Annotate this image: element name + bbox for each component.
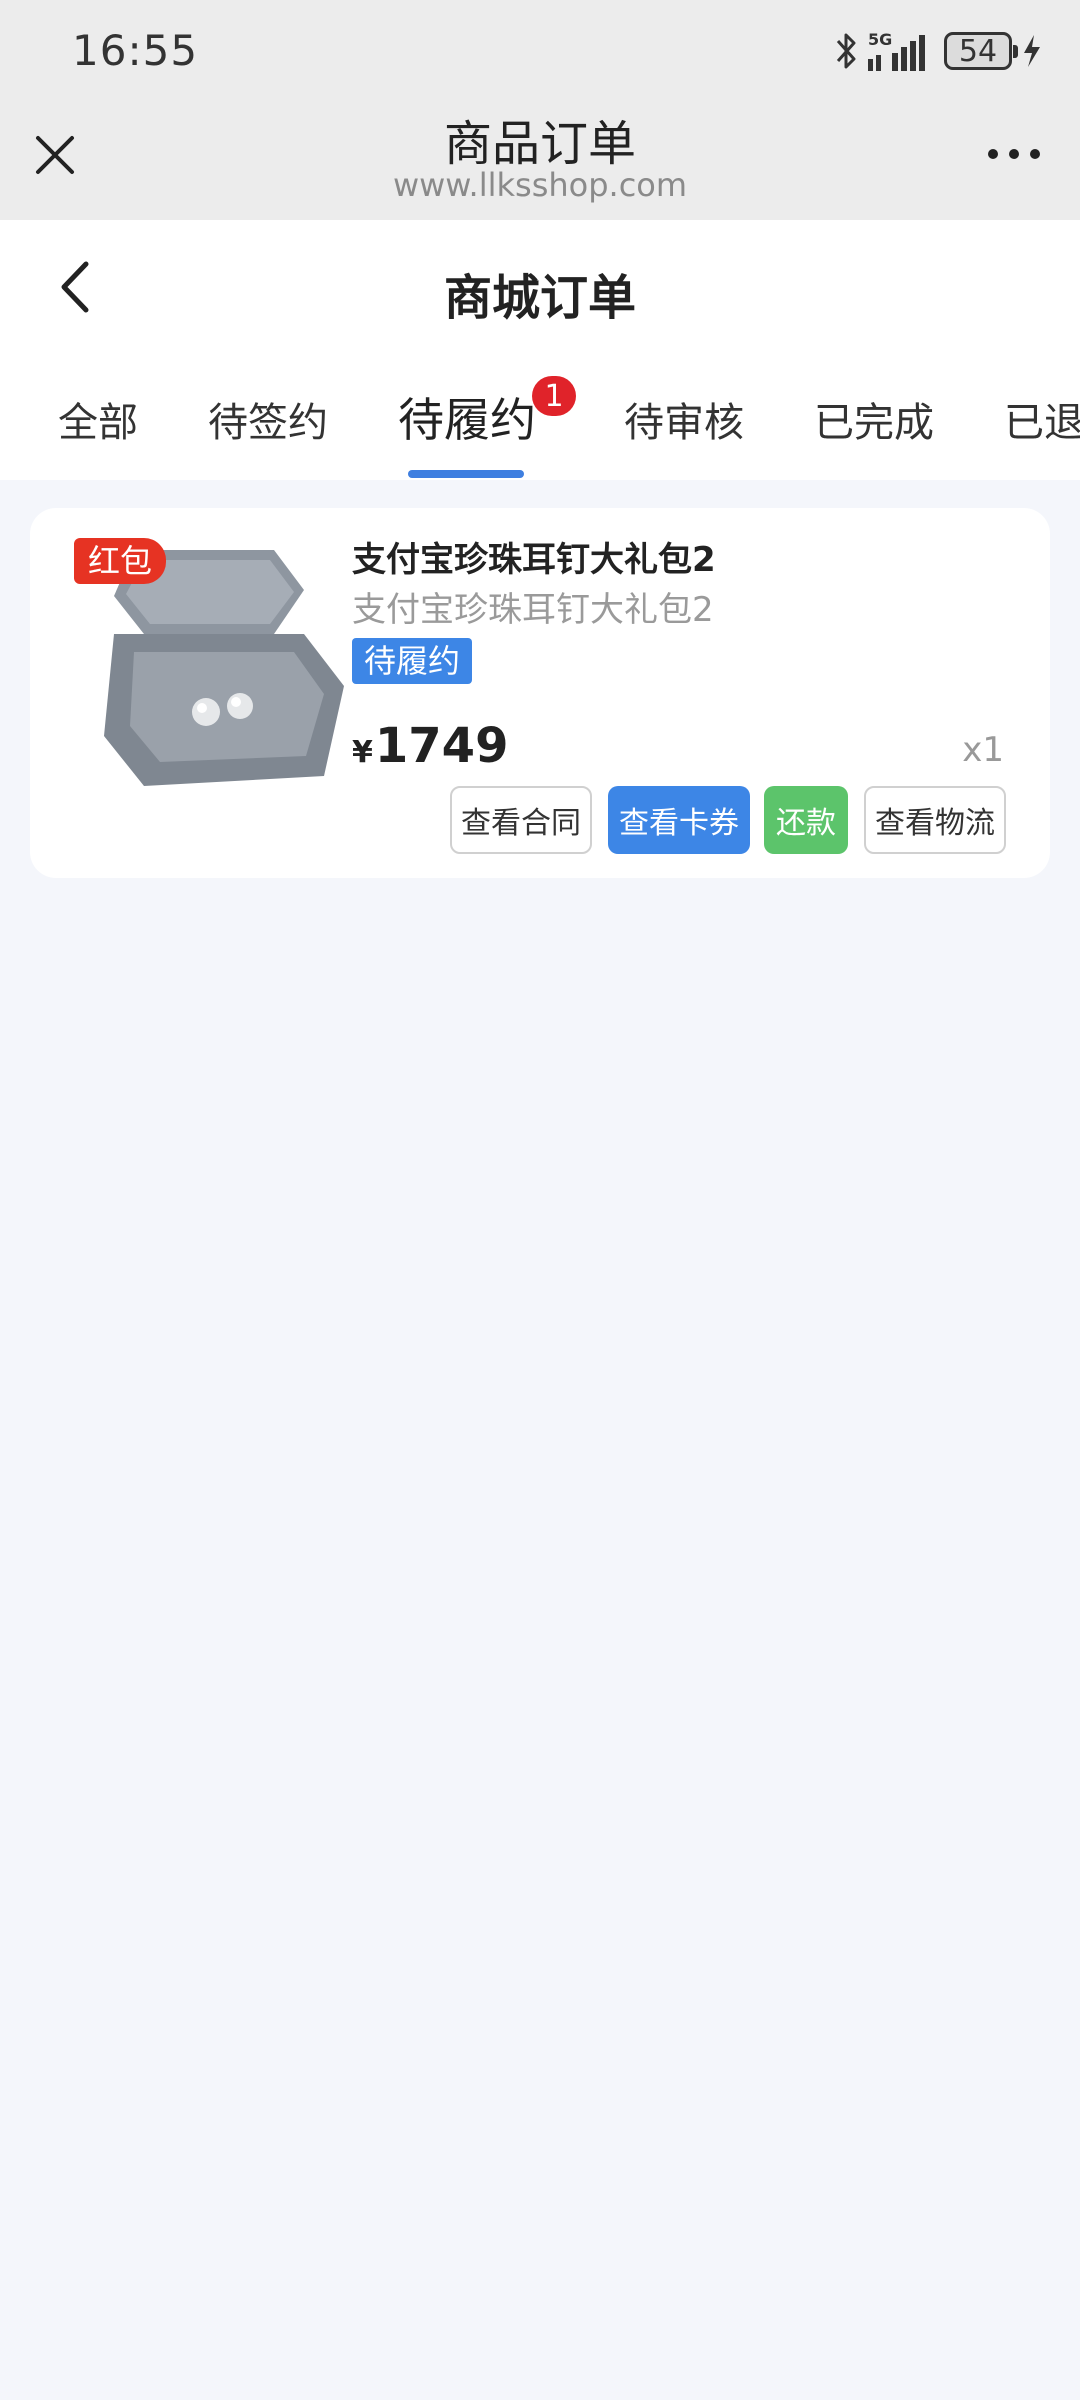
product-subtitle: 支付宝珍珠耳钉大礼包2 [352, 590, 714, 630]
red-packet-tag: 红包 [74, 538, 167, 584]
page-header: 商城订单 全部 待签约 待履约 1 待审核 已完成 已退 [0, 220, 1080, 480]
status-time: 16:55 [72, 26, 199, 75]
bluetooth-icon [834, 31, 858, 71]
view-logistics-button[interactable]: 查看物流 [864, 786, 1006, 854]
order-tabs: 全部 待签约 待履约 1 待审核 已完成 已退 [0, 370, 1080, 480]
signal-icon: 5G [868, 29, 934, 73]
more-options-icon[interactable] [988, 146, 1040, 162]
view-coupon-button[interactable]: 查看卡券 [608, 786, 750, 854]
order-price: ¥ 1749 [352, 718, 508, 774]
product-name: 支付宝珍珠耳钉大礼包2 [352, 540, 716, 580]
repay-button[interactable]: 还款 [764, 786, 848, 854]
active-tab-indicator [408, 470, 524, 478]
browser-title: 商品订单 [443, 116, 636, 172]
currency-symbol: ¥ [352, 735, 373, 770]
tab-badge: 1 [532, 376, 576, 416]
battery-indicator: 54 [944, 32, 1018, 70]
tab-pending-fulfill[interactable]: 待履约 [398, 384, 536, 450]
browser-url: www.llksshop.com [392, 166, 688, 204]
charging-icon [1022, 33, 1042, 69]
tab-completed[interactable]: 已完成 [814, 390, 934, 448]
page-title: 商城订单 [443, 270, 636, 326]
order-quantity: x1 [962, 730, 1004, 770]
svg-text:5G: 5G [868, 30, 892, 49]
view-contract-button[interactable]: 查看合同 [450, 786, 592, 854]
tab-pending-sign[interactable]: 待签约 [208, 390, 328, 448]
order-status-badge: 待履约 [352, 638, 473, 684]
tab-refunded[interactable]: 已退 [1004, 390, 1080, 448]
tab-all[interactable]: 全部 [58, 390, 138, 448]
price-amount: 1749 [374, 718, 509, 774]
status-icons: 5G 54 [834, 28, 1042, 74]
order-card[interactable]: 红包 支付宝珍珠耳钉大礼包2 支付宝珍珠耳钉大礼包2 待履约 ¥ 1749 x1… [30, 508, 1050, 878]
tab-pending-review[interactable]: 待审核 [624, 390, 744, 448]
